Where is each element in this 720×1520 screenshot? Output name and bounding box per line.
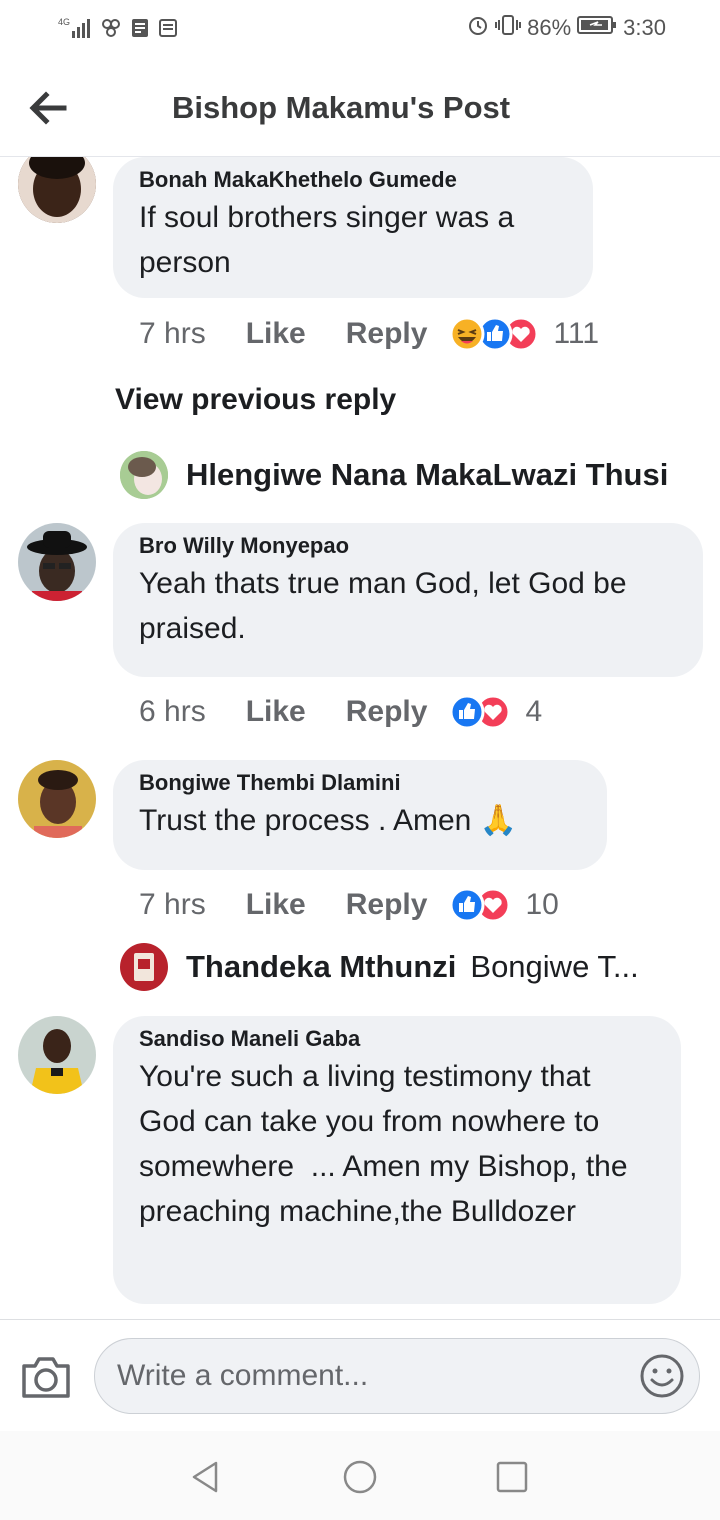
signal-icon: 4G xyxy=(58,16,92,45)
circle-home-icon xyxy=(343,1460,377,1494)
avatar[interactable] xyxy=(120,451,168,499)
alarm-icon xyxy=(467,14,489,42)
avatar[interactable] xyxy=(18,760,96,838)
comments-list[interactable]: Bonah MakaKhethelo Gumede If soul brothe… xyxy=(0,157,720,1319)
document-notification-icon xyxy=(130,17,150,44)
system-nav-bar xyxy=(0,1431,720,1520)
page-title: Bishop Makamu's Post xyxy=(172,90,511,125)
comment-time[interactable]: 7 hrs xyxy=(139,888,206,922)
battery-icon xyxy=(577,14,617,42)
status-bar: 4G 86% 3:30 xyxy=(0,0,720,62)
profile-photo-icon xyxy=(18,157,96,223)
reactions[interactable] xyxy=(449,694,513,730)
commenter-name[interactable]: Bongiwe Thembi Dlamini xyxy=(139,768,581,798)
comment-text: You're such a living testimony that God … xyxy=(139,1060,636,1228)
status-right: 86% 3:30 xyxy=(467,14,666,42)
reaction-count[interactable]: 111 xyxy=(553,317,599,351)
vibrate-icon xyxy=(495,14,522,42)
avatar[interactable] xyxy=(18,157,96,223)
commenter-name[interactable]: Sandiso Maneli Gaba xyxy=(139,1024,655,1054)
emoji-button[interactable] xyxy=(639,1353,685,1399)
reply-preview-text: Bongiwe T... xyxy=(470,949,639,984)
reply-preview[interactable]: Thandeka Mthunzi Bongiwe T... xyxy=(120,943,639,991)
app-notification-icon xyxy=(100,17,122,44)
reactions[interactable] xyxy=(449,316,541,352)
profile-photo-icon xyxy=(18,523,96,601)
comment-time[interactable]: 7 hrs xyxy=(139,317,206,351)
reactions[interactable] xyxy=(449,887,513,923)
like-button[interactable]: Like xyxy=(246,695,306,729)
comment-input[interactable]: Write a comment... xyxy=(94,1338,700,1414)
status-left: 4G xyxy=(58,16,178,45)
reaction-count[interactable]: 4 xyxy=(525,695,542,729)
reaction-icons xyxy=(449,887,511,923)
comment-time[interactable]: 6 hrs xyxy=(139,695,206,729)
reaction-icons xyxy=(449,316,539,352)
nav-home-button[interactable] xyxy=(342,1459,378,1495)
profile-photo-icon xyxy=(18,1016,96,1094)
commenter-name[interactable]: Bro Willy Monyepao xyxy=(139,531,677,561)
triangle-back-icon xyxy=(192,1461,218,1493)
clock-time: 3:30 xyxy=(623,15,666,40)
view-previous-reply-link[interactable]: View previous reply xyxy=(115,383,396,417)
commenter-name[interactable]: Bonah MakaKhethelo Gumede xyxy=(139,165,567,195)
post-header: Bishop Makamu's Post xyxy=(0,62,720,157)
like-button[interactable]: Like xyxy=(246,317,306,351)
reply-preview[interactable]: Hlengiwe Nana MakaLwazi Thusi xyxy=(120,451,682,499)
reply-author-name[interactable]: Thandeka Mthunzi xyxy=(186,949,456,985)
comment-bubble[interactable]: Bongiwe Thembi Dlamini Trust the process… xyxy=(113,760,607,870)
comment-text: Yeah thats true man God, let God be prai… xyxy=(139,567,635,645)
comment-actions: 6 hrs Like Reply 4 xyxy=(139,692,542,732)
square-recents-icon xyxy=(496,1461,528,1493)
reaction-icons xyxy=(449,694,511,730)
profile-photo-icon xyxy=(120,451,168,499)
reply-button[interactable]: Reply xyxy=(346,888,428,922)
reply-button[interactable]: Reply xyxy=(346,317,428,351)
like-button[interactable]: Like xyxy=(246,888,306,922)
reply-author-name[interactable]: Hlengiwe Nana MakaLwazi Thusi xyxy=(186,457,668,493)
comment-composer: Write a comment... xyxy=(0,1319,720,1432)
comment-text: Trust the process . Amen 🙏 xyxy=(139,804,518,837)
avatar[interactable] xyxy=(18,1016,96,1094)
comment-input-placeholder: Write a comment... xyxy=(117,1359,369,1392)
avatar[interactable] xyxy=(120,943,168,991)
message-notification-icon xyxy=(158,17,178,44)
battery-percent: 86% xyxy=(527,15,572,40)
reaction-count[interactable]: 10 xyxy=(525,888,558,922)
comment-bubble[interactable]: Bro Willy Monyepao Yeah thats true man G… xyxy=(113,523,703,677)
camera-icon xyxy=(22,1357,70,1398)
comment-bubble[interactable]: Sandiso Maneli Gaba You're such a living… xyxy=(113,1016,681,1304)
avatar[interactable] xyxy=(18,523,96,601)
comment-text: If soul brothers singer was a person xyxy=(139,201,523,279)
svg-text:4G: 4G xyxy=(58,17,70,27)
profile-photo-icon xyxy=(18,760,96,838)
comment-bubble[interactable]: Bonah MakaKhethelo Gumede If soul brothe… xyxy=(113,157,593,298)
camera-button[interactable] xyxy=(20,1354,72,1400)
comment-actions: 7 hrs Like Reply 10 xyxy=(139,885,559,925)
comment-actions: 7 hrs Like Reply 111 xyxy=(139,314,599,354)
emoji-icon xyxy=(640,1354,684,1398)
back-arrow-icon xyxy=(29,91,67,125)
nav-recents-button[interactable] xyxy=(494,1459,530,1495)
profile-photo-icon xyxy=(120,943,168,991)
back-button[interactable] xyxy=(26,86,70,130)
reply-button[interactable]: Reply xyxy=(346,695,428,729)
nav-back-button[interactable] xyxy=(188,1459,224,1495)
